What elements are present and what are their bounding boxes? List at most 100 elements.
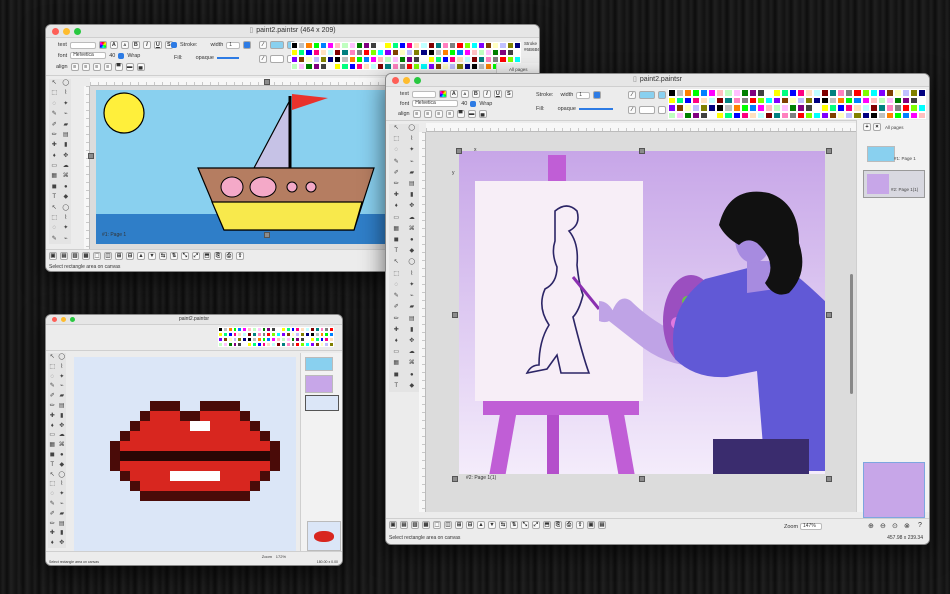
palette-swatch[interactable] bbox=[463, 42, 471, 49]
bottom-tool-button[interactable]: ⇅ bbox=[510, 521, 518, 529]
wrap-checkbox[interactable] bbox=[118, 52, 125, 59]
palette-swatch[interactable] bbox=[413, 56, 421, 63]
palette-swatch[interactable] bbox=[449, 42, 457, 49]
palette-swatch[interactable] bbox=[740, 89, 749, 97]
palette-swatch[interactable] bbox=[406, 63, 414, 70]
palette-swatch[interactable] bbox=[724, 96, 733, 104]
fill-ellipse-icon[interactable]: ● bbox=[61, 183, 72, 192]
text-input[interactable] bbox=[411, 90, 436, 98]
highlighter-icon[interactable]: ✏ bbox=[48, 520, 57, 529]
palette-swatch[interactable] bbox=[845, 111, 854, 119]
stamp-icon[interactable]: ⌘ bbox=[58, 441, 67, 450]
move-icon[interactable]: ✥ bbox=[61, 152, 72, 161]
palette-swatch[interactable] bbox=[312, 56, 320, 63]
palette-swatch[interactable] bbox=[391, 56, 399, 63]
magic-wand-icon[interactable]: ⌇ bbox=[61, 89, 72, 98]
align-center-icon[interactable]: ≡ bbox=[423, 110, 432, 118]
palette-swatch[interactable] bbox=[861, 104, 870, 112]
palette-swatch[interactable] bbox=[829, 111, 838, 119]
palette-swatch[interactable] bbox=[291, 42, 299, 49]
move-icon[interactable]: ✥ bbox=[58, 539, 67, 548]
palette-swatch[interactable] bbox=[716, 104, 725, 112]
pencil-icon[interactable]: ✎ bbox=[49, 110, 60, 119]
cloud-icon[interactable]: ☁ bbox=[405, 214, 420, 224]
palette-swatch[interactable] bbox=[492, 42, 500, 49]
palette-swatch[interactable] bbox=[341, 42, 349, 49]
rect-select-icon[interactable]: ⬚ bbox=[389, 135, 404, 145]
palette-swatch[interactable] bbox=[341, 49, 349, 56]
palette-swatch[interactable] bbox=[427, 56, 435, 63]
shape-icon[interactable]: ◆ bbox=[61, 193, 72, 202]
palette-swatch[interactable] bbox=[398, 42, 406, 49]
stroke-checkbox[interactable] bbox=[171, 42, 177, 48]
palette-swatch[interactable] bbox=[456, 56, 464, 63]
palette-swatch[interactable] bbox=[780, 89, 789, 97]
palette-swatch[interactable] bbox=[434, 63, 442, 70]
marker-icon[interactable]: ⌁ bbox=[61, 235, 72, 244]
palette-swatch[interactable] bbox=[668, 89, 677, 97]
palette-swatch[interactable] bbox=[805, 89, 814, 97]
stroke-color-swatch-alt[interactable] bbox=[658, 91, 666, 99]
palette-swatch[interactable] bbox=[756, 89, 765, 97]
wand-icon[interactable]: ✦ bbox=[58, 373, 67, 382]
arrow-select-icon[interactable]: ↖ bbox=[389, 124, 404, 134]
palette-swatch[interactable] bbox=[845, 104, 854, 112]
font-size-value[interactable]: 40 bbox=[109, 53, 115, 59]
palette-swatch[interactable] bbox=[463, 56, 471, 63]
zoom-value[interactable]: 147% bbox=[800, 523, 822, 530]
palette-swatch[interactable] bbox=[305, 49, 313, 56]
lasso-icon[interactable]: ◯ bbox=[58, 353, 67, 362]
width-input[interactable]: 1 bbox=[226, 41, 241, 49]
drop-icon[interactable]: ♦ bbox=[389, 202, 404, 212]
palette-swatch[interactable] bbox=[877, 104, 886, 112]
gradient-icon[interactable]: ▤ bbox=[405, 315, 420, 325]
palette-swatch[interactable] bbox=[853, 96, 862, 104]
highlighter-icon[interactable]: ✏ bbox=[48, 402, 57, 411]
palette-swatch[interactable] bbox=[893, 104, 902, 112]
bottom-tool-button[interactable]: ▲ bbox=[137, 252, 145, 260]
color-wheel-icon[interactable] bbox=[438, 90, 447, 98]
palette-swatch[interactable] bbox=[334, 42, 342, 49]
resize-handle-tc[interactable] bbox=[639, 148, 645, 154]
marker-icon[interactable]: ⌁ bbox=[405, 292, 420, 302]
ellipse-select-icon[interactable]: ◌ bbox=[49, 100, 60, 109]
bottom-tool-button[interactable]: ⎙ bbox=[565, 521, 573, 529]
eraser-icon[interactable]: ▰ bbox=[58, 392, 67, 401]
bottom-tool-button[interactable]: ▣ bbox=[49, 252, 57, 260]
pencil-icon[interactable]: ✎ bbox=[48, 500, 57, 509]
palette-swatch[interactable] bbox=[869, 96, 878, 104]
palette-swatch[interactable] bbox=[764, 111, 773, 119]
fill-ellipse-icon[interactable]: ● bbox=[405, 236, 420, 246]
grid-icon[interactable]: ▦ bbox=[48, 441, 57, 450]
palette-swatch[interactable] bbox=[724, 111, 733, 119]
move-icon[interactable]: ✥ bbox=[405, 337, 420, 347]
align-bottom-icon[interactable]: ▄ bbox=[478, 110, 487, 118]
color-palette[interactable] bbox=[218, 327, 334, 347]
add-page-button[interactable]: + bbox=[863, 123, 871, 131]
palette-swatch[interactable] bbox=[470, 56, 478, 63]
rect-icon[interactable]: ▭ bbox=[389, 214, 404, 224]
palette-swatch[interactable] bbox=[456, 63, 464, 70]
palette-swatch[interactable] bbox=[406, 49, 414, 56]
ellipse-select-icon[interactable]: ◌ bbox=[49, 224, 60, 233]
palette-swatch[interactable] bbox=[901, 89, 910, 97]
stroke-color-swatch[interactable] bbox=[639, 91, 655, 99]
font-name-select[interactable]: Helvetica bbox=[412, 100, 459, 107]
palette-swatch[interactable] bbox=[909, 104, 918, 112]
palette-swatch[interactable] bbox=[499, 56, 507, 63]
fill-color-swatch[interactable] bbox=[270, 55, 284, 63]
fill-rect-icon[interactable]: ◼ bbox=[49, 183, 60, 192]
vertical-scrollbar[interactable] bbox=[850, 274, 853, 394]
palette-swatch[interactable] bbox=[341, 63, 349, 70]
palette-swatch[interactable] bbox=[861, 89, 870, 97]
palette-swatch[interactable] bbox=[470, 63, 478, 70]
palette-swatch[interactable] bbox=[772, 111, 781, 119]
palette-swatch[interactable] bbox=[362, 49, 371, 56]
palette-swatch[interactable] bbox=[492, 49, 500, 56]
bottom-tool-button[interactable]: ▤ bbox=[400, 521, 408, 529]
wand-icon[interactable]: ✦ bbox=[405, 146, 420, 156]
palette-swatch[interactable] bbox=[470, 42, 478, 49]
palette-swatch[interactable] bbox=[305, 56, 313, 63]
zoom-value[interactable]: 172% bbox=[276, 554, 286, 559]
palette-swatch[interactable] bbox=[756, 96, 765, 104]
